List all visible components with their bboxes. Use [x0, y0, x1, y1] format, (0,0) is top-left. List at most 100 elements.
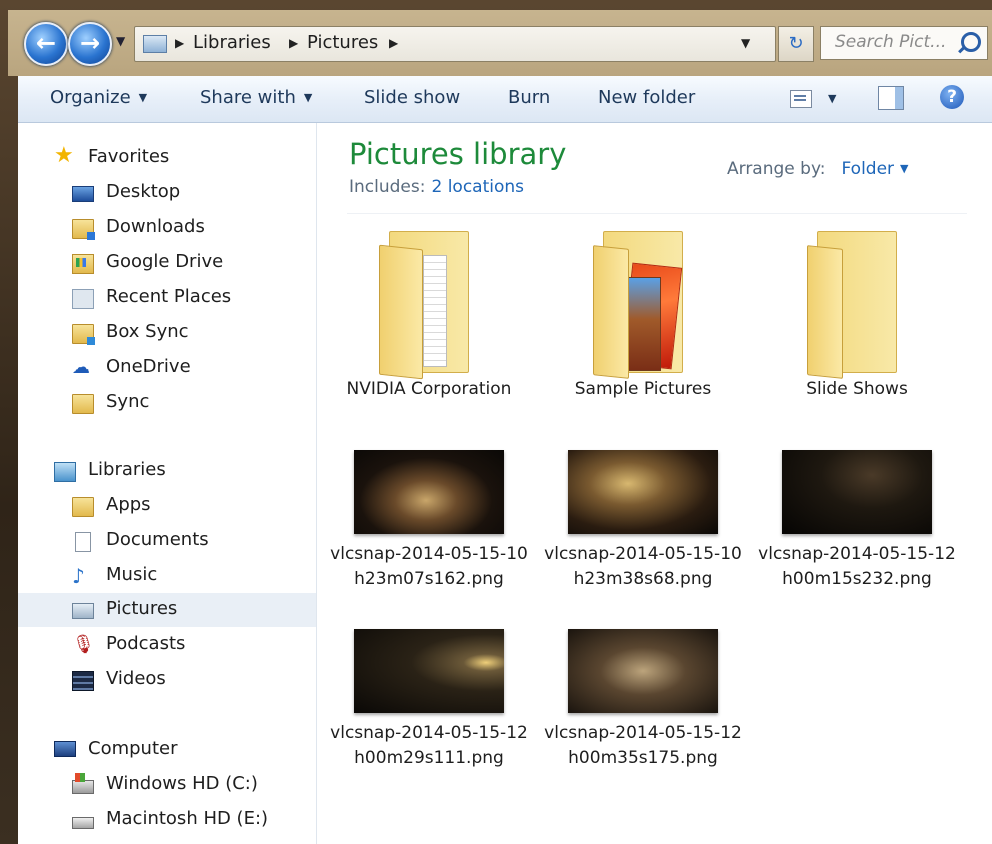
file-tile[interactable]: vlcsnap-2014-05-15-10h23m07s162.png [329, 450, 529, 592]
library-icon [143, 35, 167, 53]
nav-label: OneDrive [106, 356, 191, 377]
slide-show-button[interactable]: Slide show [364, 87, 460, 108]
nav-label: Macintosh HD (E:) [106, 808, 269, 829]
folder-icon [807, 225, 907, 379]
breadcrumb-separator-icon[interactable]: ▶ [289, 36, 298, 50]
chevron-down-icon[interactable]: ▼ [900, 162, 908, 175]
file-tile[interactable]: vlcsnap-2014-05-15-12h00m29s111.png [329, 629, 529, 771]
nav-item-onedrive[interactable]: ☁ OneDrive [18, 351, 316, 385]
image-thumbnail [354, 450, 504, 534]
chevron-down-icon: ▼ [303, 91, 313, 104]
burn-button[interactable]: Burn [508, 87, 550, 108]
organize-button[interactable]: Organize ▼ [50, 87, 147, 108]
page-title: Pictures library [349, 137, 567, 171]
nav-item-macintosh-hd[interactable]: Macintosh HD (E:) [18, 803, 316, 837]
search-icon[interactable] [961, 32, 981, 52]
nav-libraries[interactable]: Libraries [18, 454, 316, 488]
change-view-icon[interactable] [790, 90, 812, 108]
arrange-by-dropdown[interactable]: Folder [842, 159, 895, 179]
nav-item-windows-hd[interactable]: Windows HD (C:) [18, 768, 316, 802]
breadcrumb-separator-icon[interactable]: ▶ [389, 36, 398, 50]
nav-label: Favorites [88, 146, 170, 167]
nav-label: Computer [88, 738, 178, 759]
file-name: vlcsnap-2014-05-15-10h23m07s162.png [330, 544, 528, 589]
folder-tile[interactable]: Slide Shows [757, 225, 957, 402]
nav-item-documents[interactable]: Documents [18, 524, 316, 558]
explorer-window: ← → ▼ ▶ Libraries ▶ Pictures ▶ ▼ ↻ Searc… [0, 0, 992, 844]
microphone-icon: 🎙 [72, 634, 95, 655]
new-folder-button[interactable]: New folder [598, 87, 695, 108]
downloads-folder-icon [72, 219, 95, 240]
includes-label: Includes: [349, 177, 426, 197]
nav-label: Google Drive [106, 251, 224, 272]
nav-label: Desktop [106, 181, 181, 202]
nav-label: Downloads [106, 216, 205, 237]
windows-drive-icon [72, 773, 94, 794]
image-thumbnail [782, 450, 932, 534]
folder-name: NVIDIA Corporation [346, 379, 512, 399]
breadcrumb-pictures[interactable]: Pictures [307, 32, 378, 53]
nav-label: Box Sync [106, 321, 189, 342]
file-name: vlcsnap-2014-05-15-12h00m29s111.png [330, 723, 528, 768]
breadcrumb-libraries[interactable]: Libraries [193, 32, 271, 53]
image-thumbnail [354, 629, 504, 713]
address-box[interactable]: ▶ Libraries ▶ Pictures ▶ ▼ [134, 26, 776, 62]
folder-tile[interactable]: NVIDIA Corporation [329, 225, 529, 402]
nav-item-google-drive[interactable]: Google Drive [18, 246, 316, 280]
nav-label: Documents [106, 529, 209, 550]
nav-label: Windows HD (C:) [106, 773, 258, 794]
file-tile[interactable]: vlcsnap-2014-05-15-10h23m38s68.png [543, 450, 743, 592]
nav-item-sync[interactable]: Sync [18, 386, 316, 420]
drive-icon [72, 817, 94, 829]
navigation-pane: ★ Favorites Desktop Downloads Google Dri… [18, 123, 317, 844]
help-icon[interactable]: ? [940, 85, 964, 109]
library-includes: Includes: 2 locations [349, 177, 524, 197]
search-input[interactable]: Search Pict... [820, 26, 988, 60]
nav-item-apps[interactable]: Apps [18, 489, 316, 523]
nav-label: Sync [106, 391, 150, 412]
nav-item-desktop[interactable]: Desktop [18, 176, 316, 210]
folder-icon [379, 225, 479, 380]
file-tile[interactable]: vlcsnap-2014-05-15-12h00m35s175.png [543, 629, 743, 771]
nav-label: Recent Places [106, 286, 232, 307]
locations-link[interactable]: 2 locations [431, 177, 524, 197]
breadcrumb-separator-icon[interactable]: ▶ [175, 36, 184, 50]
address-dropdown-icon[interactable]: ▼ [741, 36, 750, 50]
file-tile[interactable]: vlcsnap-2014-05-15-12h00m15s232.png [757, 450, 957, 592]
nav-item-podcasts[interactable]: 🎙 Podcasts [18, 628, 316, 662]
preview-pane-icon[interactable] [878, 86, 904, 110]
view-options-dropdown[interactable]: ▼ [828, 92, 836, 105]
folder-tile[interactable]: Sample Pictures [543, 225, 743, 402]
folder-name: Sample Pictures [574, 379, 712, 399]
share-with-button[interactable]: Share with ▼ [200, 87, 312, 108]
divider [347, 213, 967, 214]
share-with-label: Share with [200, 87, 296, 108]
nav-item-recent-places[interactable]: Recent Places [18, 281, 316, 315]
folder-icon [72, 497, 94, 517]
nav-item-pictures[interactable]: Pictures [18, 593, 316, 627]
image-thumbnail [568, 629, 718, 713]
command-bar: Organize ▼ Share with ▼ Slide show Burn Ne… [18, 76, 992, 123]
document-icon [75, 532, 91, 552]
nav-item-box-sync[interactable]: Box Sync [18, 316, 316, 350]
nav-label: Pictures [106, 598, 178, 619]
refresh-button[interactable]: ↻ [778, 26, 814, 62]
desktop-icon [72, 186, 94, 202]
nav-favorites[interactable]: ★ Favorites [18, 141, 316, 175]
recent-pages-dropdown[interactable]: ▼ [116, 34, 125, 48]
nav-label: Apps [106, 494, 151, 515]
nav-item-music[interactable]: ♪ Music [18, 559, 316, 593]
recent-places-icon [72, 289, 94, 309]
back-button[interactable]: ← [24, 22, 68, 66]
nav-label: Videos [106, 668, 166, 689]
nav-item-downloads[interactable]: Downloads [18, 211, 316, 245]
box-sync-folder-icon [72, 324, 95, 345]
nav-item-videos[interactable]: Videos [18, 663, 316, 697]
nav-label: Libraries [88, 459, 166, 480]
folder-name: Slide Shows [806, 379, 908, 399]
nav-computer[interactable]: Computer [18, 733, 316, 767]
folder-icon [72, 394, 94, 414]
forward-button[interactable]: → [68, 22, 112, 66]
music-note-icon: ♪ [72, 564, 85, 588]
film-strip-icon [72, 671, 94, 691]
